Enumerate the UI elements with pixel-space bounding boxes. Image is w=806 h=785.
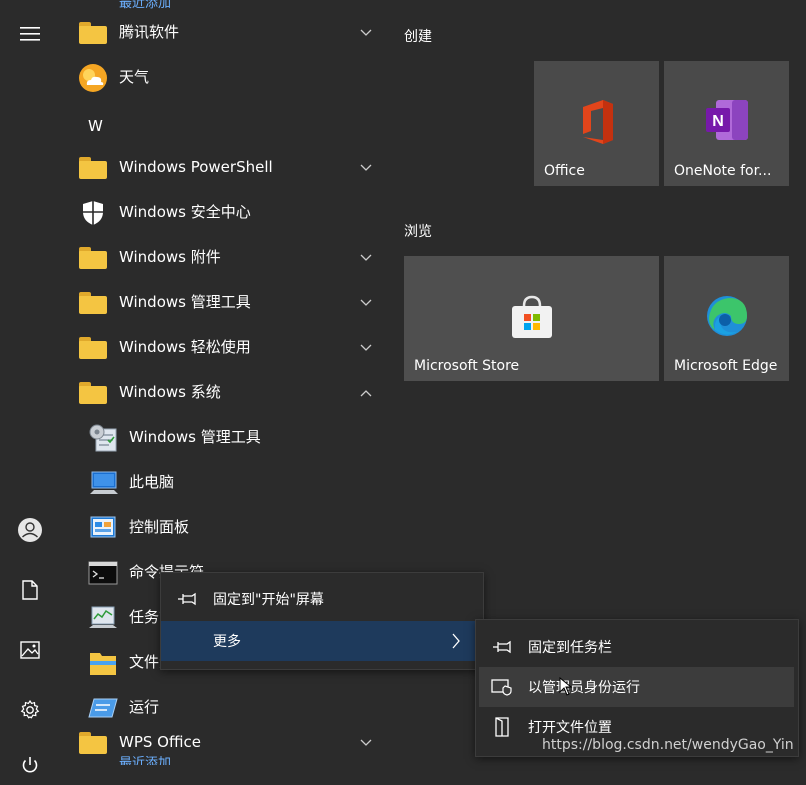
list-item-weather[interactable]: 天气 [60, 55, 390, 100]
folder-icon [78, 378, 108, 408]
settings-gear-icon[interactable] [10, 690, 50, 730]
admin-shield-icon [491, 677, 513, 697]
tile-group-browse-header[interactable]: 浏览 [404, 221, 432, 241]
command-prompt-icon [88, 558, 118, 588]
tile-label: OneNote for... [674, 163, 772, 179]
tile-label: Office [544, 163, 585, 179]
chevron-down-icon [356, 293, 376, 313]
pin-icon [491, 637, 513, 657]
list-item-label: 控制面板 [129, 518, 190, 536]
chevron-up-icon [356, 383, 376, 403]
tile-microsoft-store[interactable]: Microsoft Store [404, 256, 659, 381]
onenote-icon: N [664, 99, 789, 141]
shield-icon [78, 198, 108, 228]
list-item-this-pc[interactable]: 此电脑 [60, 460, 390, 505]
chevron-down-icon [356, 248, 376, 268]
hamburger-menu-icon[interactable] [10, 14, 50, 54]
folder-icon [78, 18, 108, 48]
group-letter-w[interactable]: W [88, 117, 103, 135]
pin-icon [176, 589, 198, 609]
tile-group-create-header[interactable]: 创建 [404, 26, 432, 46]
context-menu: 固定到"开始"屏幕 更多 [160, 572, 484, 670]
list-item-tencent-folder[interactable]: 腾讯软件 [60, 10, 390, 55]
list-item-label: Windows 系统 [119, 383, 221, 401]
list-item-ease-of-access-folder[interactable]: Windows 轻松使用 [60, 325, 390, 370]
svg-text:N: N [712, 113, 724, 130]
folder-icon [78, 153, 108, 183]
tile-microsoft-edge[interactable]: Microsoft Edge [664, 256, 789, 381]
list-item-label: Windows 轻松使用 [119, 338, 251, 356]
weather-icon [78, 63, 108, 93]
chevron-right-icon [451, 633, 461, 653]
folder-icon [78, 728, 108, 758]
list-item-label: Windows 安全中心 [119, 203, 251, 221]
chevron-down-icon [356, 338, 376, 358]
admin-tools-icon [88, 423, 118, 453]
list-item-label: 此电脑 [129, 473, 175, 491]
list-item-label: Windows PowerShell [119, 158, 273, 176]
control-panel-icon [88, 513, 118, 543]
mouse-cursor-icon [559, 676, 573, 701]
menu-item-label: 更多 [213, 634, 241, 650]
list-item-wps-office-folder[interactable]: WPS Office [60, 720, 390, 765]
task-manager-icon [88, 603, 118, 633]
list-item-control-panel[interactable]: 控制面板 [60, 505, 390, 550]
folder-icon [78, 243, 108, 273]
list-item-security-center[interactable]: Windows 安全中心 [60, 190, 390, 235]
tile-onenote[interactable]: N OneNote for... [664, 61, 789, 186]
list-item-accessories-folder[interactable]: Windows 附件 [60, 235, 390, 280]
edge-icon [664, 294, 789, 338]
tile-office[interactable]: Office [534, 61, 659, 186]
menu-item-label: 固定到任务栏 [528, 640, 612, 656]
menu-item-label: 打开文件位置 [528, 720, 612, 736]
menu-item-label: 固定到"开始"屏幕 [213, 592, 324, 608]
list-item-label: Windows 附件 [119, 248, 221, 266]
menu-item-pin-to-taskbar[interactable]: 固定到任务栏 [476, 627, 798, 667]
power-icon[interactable] [10, 745, 50, 785]
chevron-down-icon [356, 733, 376, 753]
tile-label: Microsoft Store [414, 358, 520, 374]
menu-item-run-as-admin[interactable]: 以管理员身份运行 [479, 667, 794, 707]
list-item-admin-tools[interactable]: Windows 管理工具 [60, 415, 390, 460]
run-icon [88, 693, 118, 723]
store-bag-icon [404, 294, 659, 340]
menu-item-pin-to-start[interactable]: 固定到"开始"屏幕 [161, 579, 483, 619]
pictures-icon[interactable] [10, 630, 50, 670]
office-icon [534, 99, 659, 145]
list-item-label: Windows 管理工具 [119, 293, 251, 311]
recently-added-label: 最近添加 [119, 756, 172, 765]
list-item-label: 天气 [119, 68, 150, 86]
menu-item-label: 以管理员身份运行 [528, 680, 640, 696]
this-pc-icon [88, 468, 118, 498]
folder-icon [78, 288, 108, 318]
list-item-powershell-folder[interactable]: Windows PowerShell [60, 145, 390, 190]
chevron-down-icon [356, 23, 376, 43]
menu-item-more[interactable]: 更多 [161, 621, 483, 661]
folder-icon [78, 333, 108, 363]
watermark: https://blog.csdn.net/wendyGao_Yin [542, 737, 794, 753]
chevron-down-icon [356, 158, 376, 178]
list-item-windows-system-folder[interactable]: Windows 系统 [60, 370, 390, 415]
list-item-label: Windows 管理工具 [129, 428, 261, 446]
left-rail [0, 0, 60, 773]
open-folder-icon [491, 717, 513, 737]
document-icon[interactable] [10, 570, 50, 610]
tile-label: Microsoft Edge [674, 358, 778, 374]
user-avatar-icon[interactable] [10, 510, 50, 550]
list-item-label: 腾讯软件 [119, 23, 180, 41]
list-item-admin-tools-folder[interactable]: Windows 管理工具 [60, 280, 390, 325]
file-explorer-icon [88, 648, 118, 678]
